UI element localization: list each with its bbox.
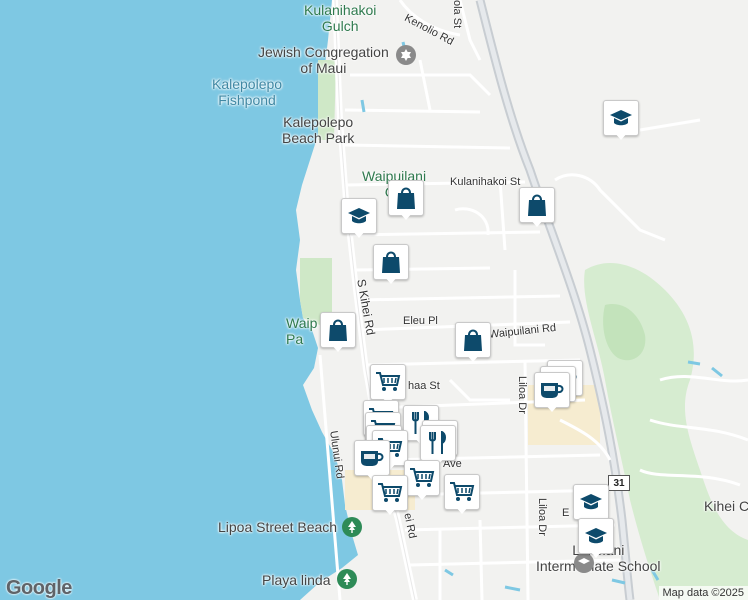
waipuilani-park-label[interactable]: Waip Pa: [286, 315, 317, 347]
lipoa-street-beach-label[interactable]: Lipoa Street Beach: [218, 519, 337, 535]
marker-pointer: [455, 506, 469, 514]
liloa-dr-label-lower: Liloa Dr: [536, 498, 548, 536]
map-canvas[interactable]: Kulanihakoi Gulch Jewish Congregation of…: [0, 0, 748, 600]
coffee-cup-marker[interactable]: [534, 372, 574, 416]
shopping-bag-icon: [320, 312, 356, 348]
haa-st-label: haa St: [408, 380, 440, 392]
kalepolepo-beach-park-label[interactable]: Kalepolepo Beach Park: [282, 114, 354, 146]
jewish-congregation-label[interactable]: Jewish Congregation of Maui: [258, 44, 389, 76]
marker-pointer: [415, 492, 429, 500]
marker-pointer: [352, 230, 366, 238]
marker-pointer: [399, 212, 413, 220]
graduation-cap-marker[interactable]: [578, 518, 618, 562]
shopping-bag-marker[interactable]: [373, 244, 413, 288]
shopping-bag-marker[interactable]: [388, 180, 428, 224]
graduation-cap-marker[interactable]: [603, 100, 643, 144]
shopping-bag-marker[interactable]: [455, 322, 495, 366]
shopping-cart-icon: [444, 474, 480, 510]
marker-pointer: [530, 219, 544, 227]
coffee-cup-icon: [354, 440, 390, 476]
playa-linda-label[interactable]: Playa linda: [262, 572, 331, 588]
marker-pointer: [589, 550, 603, 558]
marker-pointer: [331, 344, 345, 352]
kihei-c-label: Kihei C: [704, 498, 748, 514]
marker-pointer: [466, 354, 480, 362]
shopping-cart-icon: [370, 364, 406, 400]
liloa-dr-label-upper: Liloa Dr: [516, 376, 528, 414]
shopping-bag-icon: [388, 180, 424, 216]
shopping-bag-marker[interactable]: [519, 187, 559, 231]
shopping-cart-marker[interactable]: [444, 474, 484, 518]
marker-pointer: [614, 132, 628, 140]
coffee-cup-icon: [534, 372, 570, 408]
fork-knife-icon: [420, 425, 456, 461]
shopping-bag-icon: [373, 244, 409, 280]
graduation-cap-icon: [573, 484, 609, 520]
shopping-cart-marker[interactable]: [372, 475, 412, 519]
google-logo[interactable]: Google: [6, 577, 72, 600]
shopping-bag-icon: [519, 187, 555, 223]
shopping-bag-marker[interactable]: [320, 312, 360, 356]
shopping-cart-icon: [372, 475, 408, 511]
tree-icon[interactable]: [337, 569, 357, 589]
kalepolepo-fishpond-label: Kalepolepo Fishpond: [212, 76, 283, 108]
marker-pointer: [384, 276, 398, 284]
eleu-pl-label: Eleu Pl: [403, 315, 438, 327]
shopping-bag-icon: [455, 322, 491, 358]
star-of-david-icon[interactable]: [396, 45, 416, 65]
graduation-cap-icon: [341, 198, 377, 234]
graduation-cap-marker[interactable]: [341, 198, 381, 242]
pond-7: [687, 360, 701, 366]
marker-pointer: [383, 507, 397, 515]
kulanihakoi-gulch-label: Kulanihakoi Gulch: [304, 2, 377, 34]
kulanihakoi-st-label: Kulanihakoi St: [450, 176, 521, 188]
graduation-cap-icon: [578, 518, 614, 554]
graduation-cap-icon: [603, 100, 639, 136]
beach-icon[interactable]: [342, 517, 362, 537]
map-attribution[interactable]: Map data ©2025: [658, 586, 748, 600]
pond-2: [360, 99, 366, 113]
marker-pointer: [545, 404, 559, 412]
ola-st-label: ola St: [451, 0, 463, 29]
